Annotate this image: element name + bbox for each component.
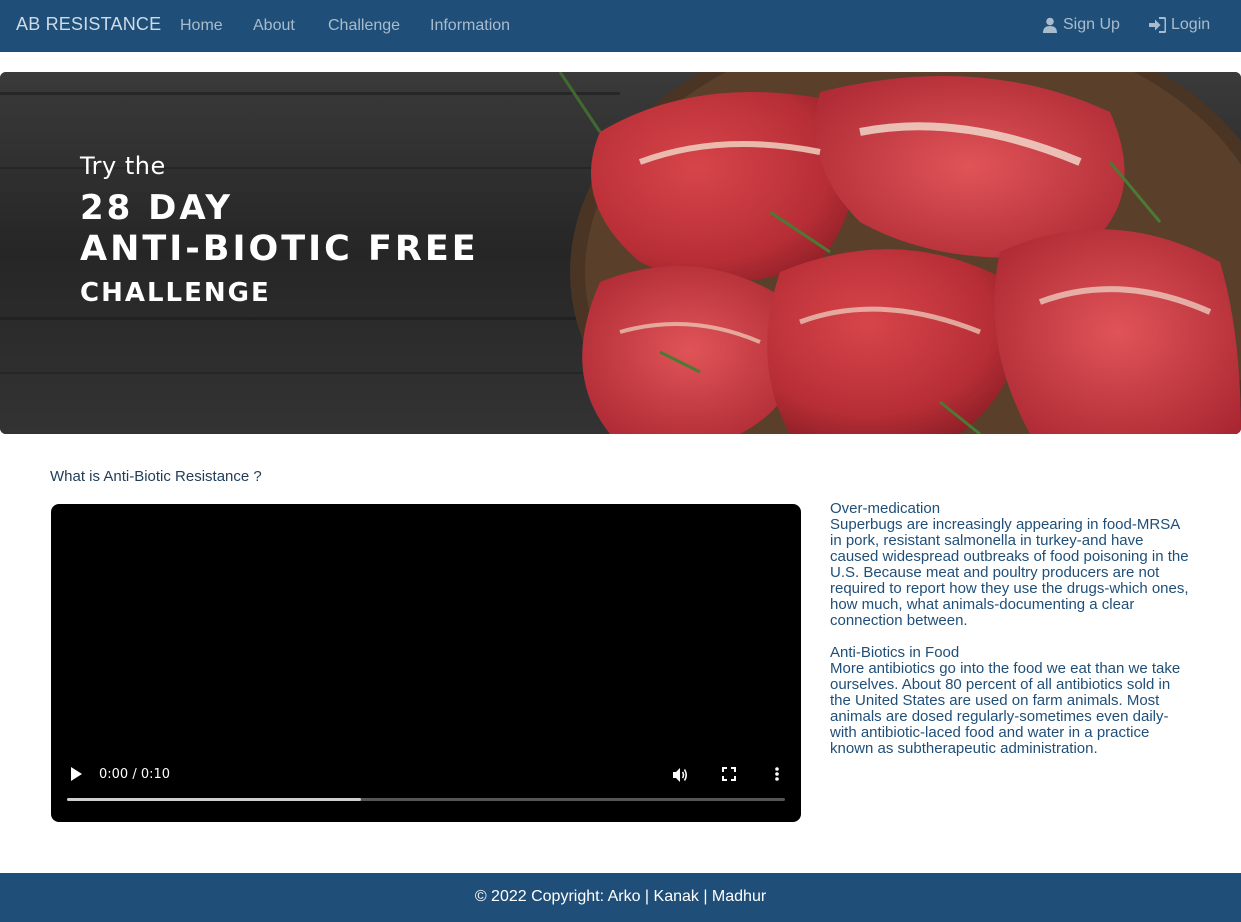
nav-information-link[interactable]: Information	[430, 17, 510, 35]
video-progress-fill	[67, 798, 362, 801]
footer: © 2022 Copyright: Arko | Kanak | Madhur	[0, 873, 1241, 922]
nav-challenge-link[interactable]: Challenge	[328, 17, 400, 35]
volume-icon[interactable]	[671, 766, 689, 789]
video-progress-track[interactable]	[67, 798, 785, 801]
info-title: Over-medication	[830, 500, 941, 517]
user-icon	[1043, 17, 1057, 33]
hero-line-try: Try the	[80, 152, 166, 180]
hero-line-28-day: 28 DAY	[80, 188, 234, 228]
section-heading: What is Anti-Biotic Resistance ?	[50, 468, 262, 485]
signup-link[interactable]: Sign Up	[1042, 16, 1120, 34]
info-block-antibiotics-in-food: Anti-Biotics in Food More antibiotics go…	[830, 645, 1195, 757]
signup-label: Sign Up	[1063, 16, 1120, 33]
more-options-icon[interactable]	[773, 766, 781, 787]
sign-in-icon	[1149, 17, 1166, 33]
info-title: Anti-Biotics in Food	[830, 644, 960, 661]
copyright-text: © 2022 Copyright: Arko | Kanak | Madhur	[474, 888, 767, 905]
video-player[interactable]: 0:00 / 0:10	[51, 504, 801, 822]
login-link[interactable]: Login	[1149, 16, 1210, 34]
hero-line-challenge: CHALLENGE	[80, 278, 271, 308]
video-time: 0:00 / 0:10	[99, 767, 171, 782]
info-body: Superbugs are increasingly appearing in …	[830, 516, 1189, 629]
info-block-over-medication: Over-medication Superbugs are increasing…	[830, 501, 1195, 629]
nav-home-link[interactable]: Home	[180, 17, 223, 35]
fullscreen-icon[interactable]	[721, 766, 737, 787]
hero-line-anti-biotic-free: ANTI-BIOTIC FREE	[80, 229, 479, 269]
navbar: AB RESISTANCE Home About Challenge Infor…	[0, 0, 1241, 52]
info-body: More antibiotics go into the food we eat…	[830, 660, 1181, 757]
brand-logo[interactable]: AB RESISTANCE	[16, 14, 161, 35]
play-icon[interactable]	[69, 766, 83, 787]
nav-about-link[interactable]: About	[253, 17, 295, 35]
hero-banner: Try the 28 DAY ANTI-BIOTIC FREE CHALLENG…	[0, 72, 1241, 434]
login-label: Login	[1171, 16, 1211, 33]
